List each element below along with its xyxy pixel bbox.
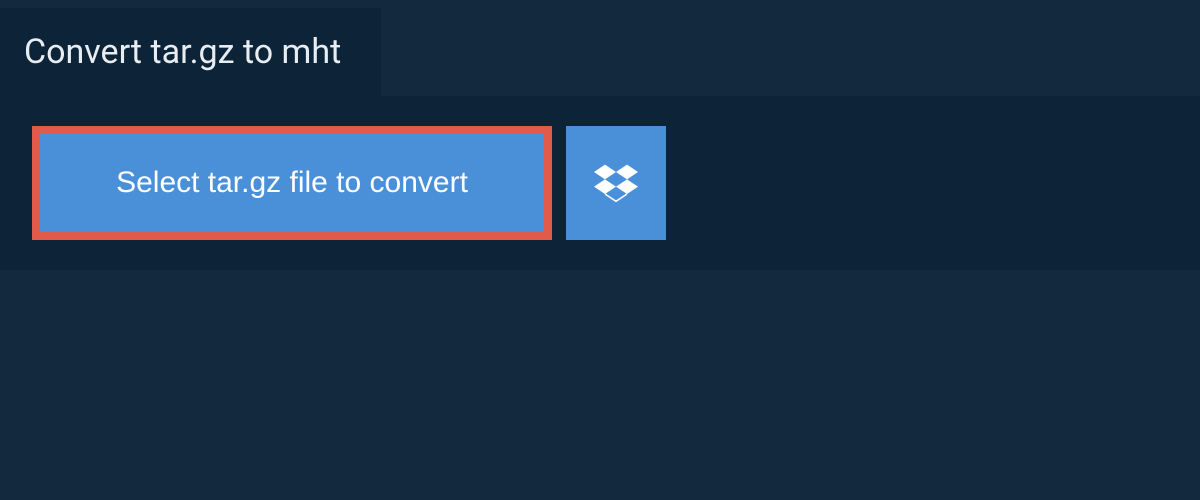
select-file-button[interactable]: Select tar.gz file to convert — [32, 126, 552, 240]
button-row: Select tar.gz file to convert — [32, 126, 1170, 240]
tab-header: Convert tar.gz to mht — [0, 8, 381, 96]
dropbox-icon — [594, 161, 638, 205]
page-title: Convert tar.gz to mht — [24, 32, 341, 72]
upload-panel: Select tar.gz file to convert — [0, 96, 1200, 270]
select-file-button-label: Select tar.gz file to convert — [116, 166, 468, 200]
page-spacer — [0, 270, 1200, 470]
dropbox-button[interactable] — [566, 126, 666, 240]
